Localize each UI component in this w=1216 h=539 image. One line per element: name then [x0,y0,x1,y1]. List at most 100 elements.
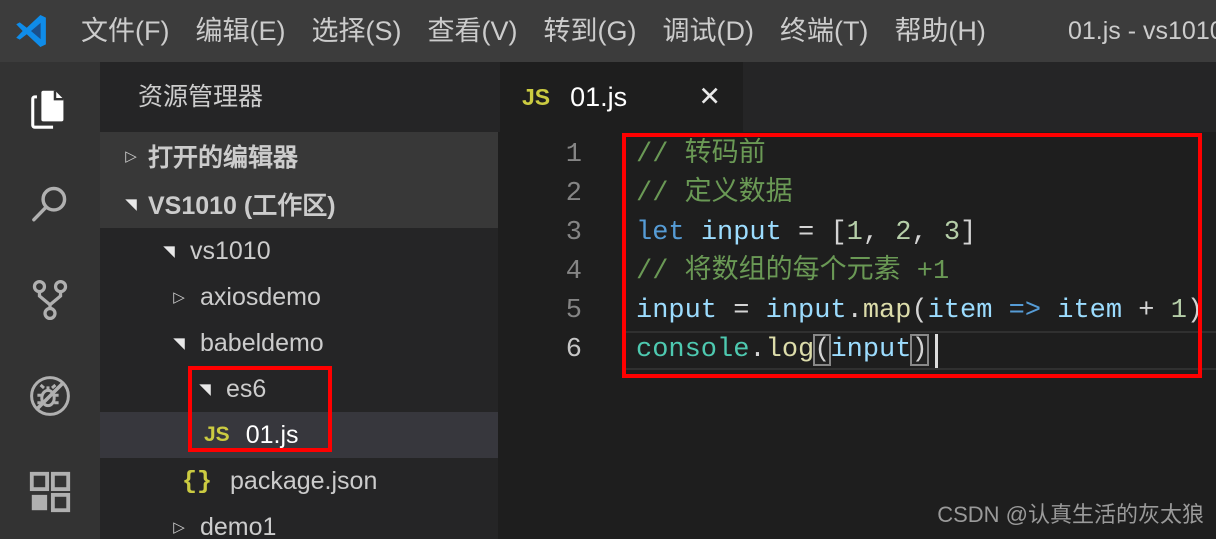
chevron-down-icon: ◥ [199,381,211,398]
run-and-debug-disabled-icon [26,372,74,425]
tree-label-demo1: demo1 [200,512,277,539]
text-cursor [935,334,938,368]
variable-token: input [636,296,718,326]
code-line-6: 6 console.log(input) [498,331,1216,370]
code-line-2: 2 // 定义数据 [498,175,1216,214]
tree-label-axiosdemo: axiosdemo [200,282,321,311]
menu-debug[interactable]: 调试(D) [649,0,766,62]
menu-terminal[interactable]: 终端(T) [767,0,881,62]
code-line-4: 4 // 将数组的每个元素 +1 [498,253,1216,292]
variable-token: input [700,218,782,248]
variable-token: input [830,335,912,365]
tree-item-demo1[interactable]: ▷ demo1 [100,504,498,539]
menu-help[interactable]: 帮助(H) [881,0,998,62]
tree-item-vs1010[interactable]: ◥ vs1010 [100,228,498,274]
tree-item-01js[interactable]: JS 01.js [100,412,498,458]
variable-token: item [927,296,993,326]
json-file-icon: {} [182,466,213,496]
number-token: 3 [943,218,961,248]
menu-bar: 文件(F) 编辑(E) 选择(S) 查看(V) 转到(G) 调试(D) 终端(T… [68,0,999,62]
menu-view[interactable]: 查看(V) [414,0,530,62]
editor-tab-bar: JS 01.js ✕ [498,62,1216,132]
activity-bar [0,62,100,539]
code-text-2: // 定义数据 [636,175,793,214]
code-text-6: console.log(input) [636,331,929,370]
comma-token: , [862,218,896,248]
operator-token: = [717,296,766,326]
menu-edit[interactable]: 编辑(E) [182,0,298,62]
line-number-2: 2 [565,179,582,209]
explorer-title: 资源管理器 [100,62,498,132]
number-token: 1 [1170,296,1187,326]
object-token: console [636,335,750,365]
operator-token: = [798,218,815,248]
operator-token: + [1122,296,1171,326]
activity-item-run-debug[interactable] [0,350,100,446]
activity-item-extensions[interactable] [0,446,100,539]
tree-label-01js: 01.js [245,420,299,449]
code-editor[interactable]: 1 // 转码前 2 // 定义数据 3 let input = [1, 2, … [498,132,1216,539]
comment-token: // 定义数据 [636,179,793,209]
tab-close-icon[interactable]: ✕ [698,83,721,111]
menu-file[interactable]: 文件(F) [68,0,182,62]
activity-item-search[interactable] [0,158,100,254]
line-number-3: 3 [565,218,582,248]
number-token: 2 [895,218,912,248]
bracket-match-open: ( [813,334,832,366]
js-file-icon: JS [522,83,551,110]
title-bar: 文件(F) 编辑(E) 选择(S) 查看(V) 转到(G) 调试(D) 终端(T… [0,0,1216,62]
watermark-text: CSDN @认真生活的灰太狼 [937,502,1204,527]
bracket-token: ] [960,218,977,248]
code-line-1: 1 // 转码前 [498,136,1216,175]
tree-item-babeldemo[interactable]: ◥ babeldemo [100,320,498,366]
comment-token: // 转码前 [636,140,766,170]
code-text-4: // 将数组的每个元素 +1 [636,253,949,292]
code-text-1: // 转码前 [636,136,766,175]
line-number-1: 1 [565,140,582,170]
chevron-right-icon: ▷ [125,148,137,165]
tree-item-package-json[interactable]: {} package.json [100,458,498,504]
files-explorer-icon [27,85,73,136]
tab-01js[interactable]: JS 01.js ✕ [500,62,743,132]
activity-item-source-control[interactable] [0,254,100,350]
section-header-open-editors[interactable]: ▷ 打开的编辑器 [100,132,498,180]
section-label-open-editors: 打开的编辑器 [148,144,299,172]
source-control-icon [27,277,73,328]
chevron-down-icon: ◥ [163,243,175,260]
bracket-match-close: ) [910,334,929,366]
menu-selection[interactable]: 选择(S) [298,0,414,62]
arrow-token: => [1008,296,1042,326]
extensions-icon [27,469,73,520]
js-file-icon: JS [204,423,230,446]
tree-item-axiosdemo[interactable]: ▷ axiosdemo [100,274,498,320]
window-title: 01.js - vs1010 [1068,17,1216,45]
menu-go[interactable]: 转到(G) [530,0,649,62]
keyword-token: let [636,218,685,248]
section-header-workspace[interactable]: ◥ VS1010 (工作区) [100,180,498,228]
tree-item-es6[interactable]: ◥ es6 [100,366,498,412]
dot-token: . [749,335,766,365]
chevron-right-icon: ▷ [173,519,185,536]
editor-area: JS 01.js ✕ 1 // 转码前 2 // 定义数据 3 let inpu… [498,62,1216,539]
code-line-3: 3 let input = [1, 2, 3] [498,214,1216,253]
dot-token: . [846,296,863,326]
code-text-3: let input = [1, 2, 3] [636,214,976,253]
code-text-5: input = input.map(item => item + 1) [636,292,1203,331]
variable-token: input [765,296,847,326]
bracket-token: [ [830,218,847,248]
search-icon [27,181,73,232]
chevron-right-icon: ▷ [173,289,185,306]
tree-label-babeldemo: babeldemo [200,328,324,357]
chevron-down-icon: ◥ [173,335,185,352]
paren-token: ( [911,296,928,326]
function-token: log [765,335,815,365]
vscode-logo-icon [0,0,62,62]
line-number-6: 6 [565,335,582,365]
activity-item-explorer[interactable] [0,62,100,158]
line-number-5: 5 [565,296,582,326]
